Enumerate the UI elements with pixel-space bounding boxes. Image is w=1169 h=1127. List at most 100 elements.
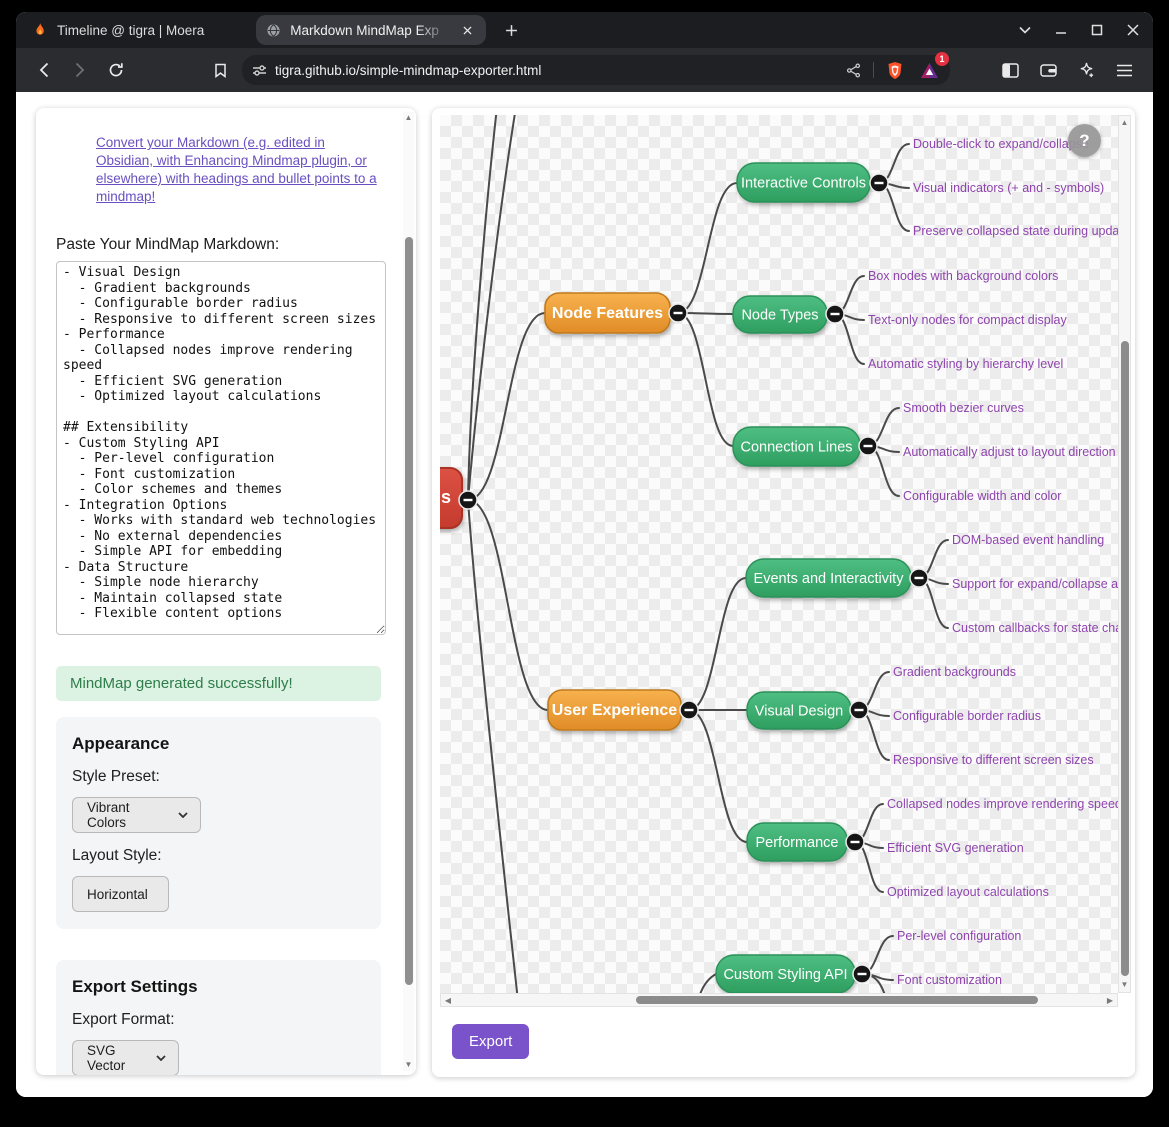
mindmap-node-visual-design[interactable]: Visual Design <box>747 692 868 729</box>
scrollbar-thumb[interactable] <box>1121 341 1129 976</box>
mindmap-leaf-label: Per-level configuration <box>897 929 1021 943</box>
markdown-input[interactable]: - Visual Design - Gradient backgrounds -… <box>56 261 386 635</box>
scroll-up-icon[interactable]: ▲ <box>403 112 414 124</box>
style-preset-label: Style Preset: <box>72 768 365 786</box>
svg-text:s: s <box>441 487 451 507</box>
scroll-up-icon[interactable]: ▲ <box>1119 117 1130 129</box>
brave-rewards-icon[interactable]: 1 <box>916 57 942 83</box>
mindmap-node-user-experience[interactable]: User Experience <box>548 690 698 730</box>
mindmap-node-custom-styling-api[interactable]: Custom Styling API <box>716 955 871 993</box>
export-settings-section: Export Settings Export Format: SVG Vecto… <box>56 960 381 1075</box>
scrollbar-thumb[interactable] <box>405 237 413 985</box>
svg-text:Custom Styling API: Custom Styling API <box>723 967 847 983</box>
svg-text:User Experience: User Experience <box>552 702 678 719</box>
collapse-button[interactable] <box>669 304 687 322</box>
close-window-icon[interactable] <box>1127 24 1139 36</box>
page-content: Convert your Markdown (e.g. edited in Ob… <box>16 92 1153 1097</box>
new-tab-button[interactable] <box>498 17 524 43</box>
layout-style-select[interactable]: Horizontal <box>72 876 169 912</box>
bookmark-icon[interactable] <box>206 56 234 84</box>
tab-close-icon[interactable] <box>458 21 476 39</box>
mindmap-leaf-label: Responsive to different screen sizes <box>893 753 1094 767</box>
layout-style-value: Horizontal <box>87 887 148 902</box>
mindmap-leaf-label: Efficient SVG generation <box>887 841 1024 855</box>
export-button[interactable]: Export <box>452 1024 529 1059</box>
forward-icon[interactable] <box>66 56 94 84</box>
mindmap-leaf-label: Collapsed nodes improve rendering speed <box>887 797 1118 811</box>
collapse-button[interactable] <box>870 174 888 192</box>
rewards-badge: 1 <box>935 52 949 66</box>
back-icon[interactable] <box>30 56 58 84</box>
mindmap-leaf-label: Font customization <box>897 973 1002 987</box>
leo-ai-icon[interactable] <box>1071 55 1101 85</box>
reload-icon[interactable] <box>102 56 130 84</box>
maximize-icon[interactable] <box>1091 24 1103 36</box>
scroll-down-icon[interactable]: ▼ <box>403 1059 414 1071</box>
export-format-label: Export Format: <box>72 1011 365 1029</box>
mindmap-node-connection-lines[interactable]: Connection Lines <box>733 427 877 466</box>
mindmap-node-performance[interactable]: Performance <box>747 823 864 861</box>
share-icon[interactable] <box>841 58 865 82</box>
moera-flame-icon <box>32 22 48 38</box>
minus-icon <box>875 182 884 184</box>
mindmap-leaf-label: Automatically adjust to layout direction <box>903 445 1116 459</box>
sidebar-scrollbar[interactable]: ▲ ▼ <box>403 112 414 1071</box>
tab-mindmap-exporter[interactable]: Markdown MindMap Exp <box>256 15 486 45</box>
tab-moera[interactable]: Timeline @ tigra | Moera <box>16 12 220 48</box>
mindmap-edge <box>678 183 737 313</box>
help-button[interactable]: ? <box>1068 124 1101 157</box>
mindmap-node-node-features[interactable]: Node Features <box>545 293 687 333</box>
export-format-select[interactable]: SVG Vector <box>72 1040 179 1075</box>
export-bar: Export <box>432 1007 1135 1077</box>
collapse-button[interactable] <box>859 437 877 455</box>
mindmap-leaf-label: DOM-based event handling <box>952 533 1104 547</box>
mindmap-leaf-label: Visual indicators (+ and - symbols) <box>913 181 1104 195</box>
wallet-icon[interactable] <box>1033 55 1063 85</box>
style-preset-select[interactable]: Vibrant Colors <box>72 797 201 833</box>
scrollbar-thumb[interactable] <box>636 996 1038 1004</box>
minus-icon <box>464 499 473 501</box>
brave-shield-icon[interactable] <box>882 57 908 83</box>
mindmap-edge <box>468 313 545 500</box>
collapse-button[interactable] <box>459 491 477 509</box>
divider <box>873 62 874 78</box>
mindmap-node-root[interactable]: s <box>440 468 477 528</box>
menu-icon[interactable] <box>1109 55 1139 85</box>
tab-title: Markdown MindMap Exp <box>290 23 449 38</box>
svg-text:Connection Lines: Connection Lines <box>740 440 852 456</box>
mindmap-leaf-label: Preserve collapsed state during updates <box>913 224 1118 238</box>
collapse-button[interactable] <box>910 569 928 587</box>
mindmap-node-node-types[interactable]: Node Types <box>733 296 844 333</box>
style-preset-value: Vibrant Colors <box>87 800 168 830</box>
sidebar-toggle-icon[interactable] <box>995 55 1025 85</box>
window-controls <box>1019 12 1139 48</box>
collapse-button[interactable] <box>850 701 868 719</box>
mindmap-vertical-scrollbar[interactable]: ▲ ▼ <box>1118 115 1131 993</box>
mindmap-edge <box>468 115 516 500</box>
mindmap-horizontal-scrollbar[interactable]: ◀ ▶ <box>440 993 1118 1007</box>
minimize-icon[interactable] <box>1055 24 1067 36</box>
url-bar[interactable]: tigra.github.io/simple-mindmap-exporter.… <box>242 55 950 85</box>
mindmap-viewport[interactable]: Double-click to expand/collapse Visual in… <box>440 115 1118 993</box>
mindmap-node-interactive-controls[interactable]: Interactive Controls <box>737 163 888 202</box>
url-text[interactable]: tigra.github.io/simple-mindmap-exporter.… <box>275 63 833 78</box>
mindmap-canvas[interactable]: Double-click to expand/collapse Visual in… <box>440 115 1118 993</box>
collapse-button[interactable] <box>846 833 864 851</box>
mindmap-leaf-label: Custom callbacks for state changes <box>952 621 1118 635</box>
scroll-right-icon[interactable]: ▶ <box>1104 994 1116 1006</box>
collapse-button[interactable] <box>826 305 844 323</box>
tab-bar: Timeline @ tigra | Moera Markdown MindMa… <box>16 12 1153 48</box>
mindmap-edge <box>698 974 716 993</box>
scroll-left-icon[interactable]: ◀ <box>442 994 454 1006</box>
tab-search-icon[interactable] <box>1019 26 1031 34</box>
mindmap-leaf-label: Double-click to expand/collapse <box>913 137 1089 151</box>
mindmap-leaf-label: Configurable border radius <box>893 709 1041 723</box>
mindmap-node-events-and-interactivity[interactable]: Events and Interactivity <box>746 559 928 597</box>
intro-link[interactable]: Convert your Markdown (e.g. edited in Ob… <box>96 134 381 206</box>
browser-toolbar: tigra.github.io/simple-mindmap-exporter.… <box>16 48 1153 92</box>
scroll-down-icon[interactable]: ▼ <box>1119 979 1130 991</box>
collapse-button[interactable] <box>853 965 871 983</box>
collapse-button[interactable] <box>680 701 698 719</box>
mindmap-leaf-label: Box nodes with background colors <box>868 269 1058 283</box>
site-settings-icon[interactable] <box>252 64 267 77</box>
